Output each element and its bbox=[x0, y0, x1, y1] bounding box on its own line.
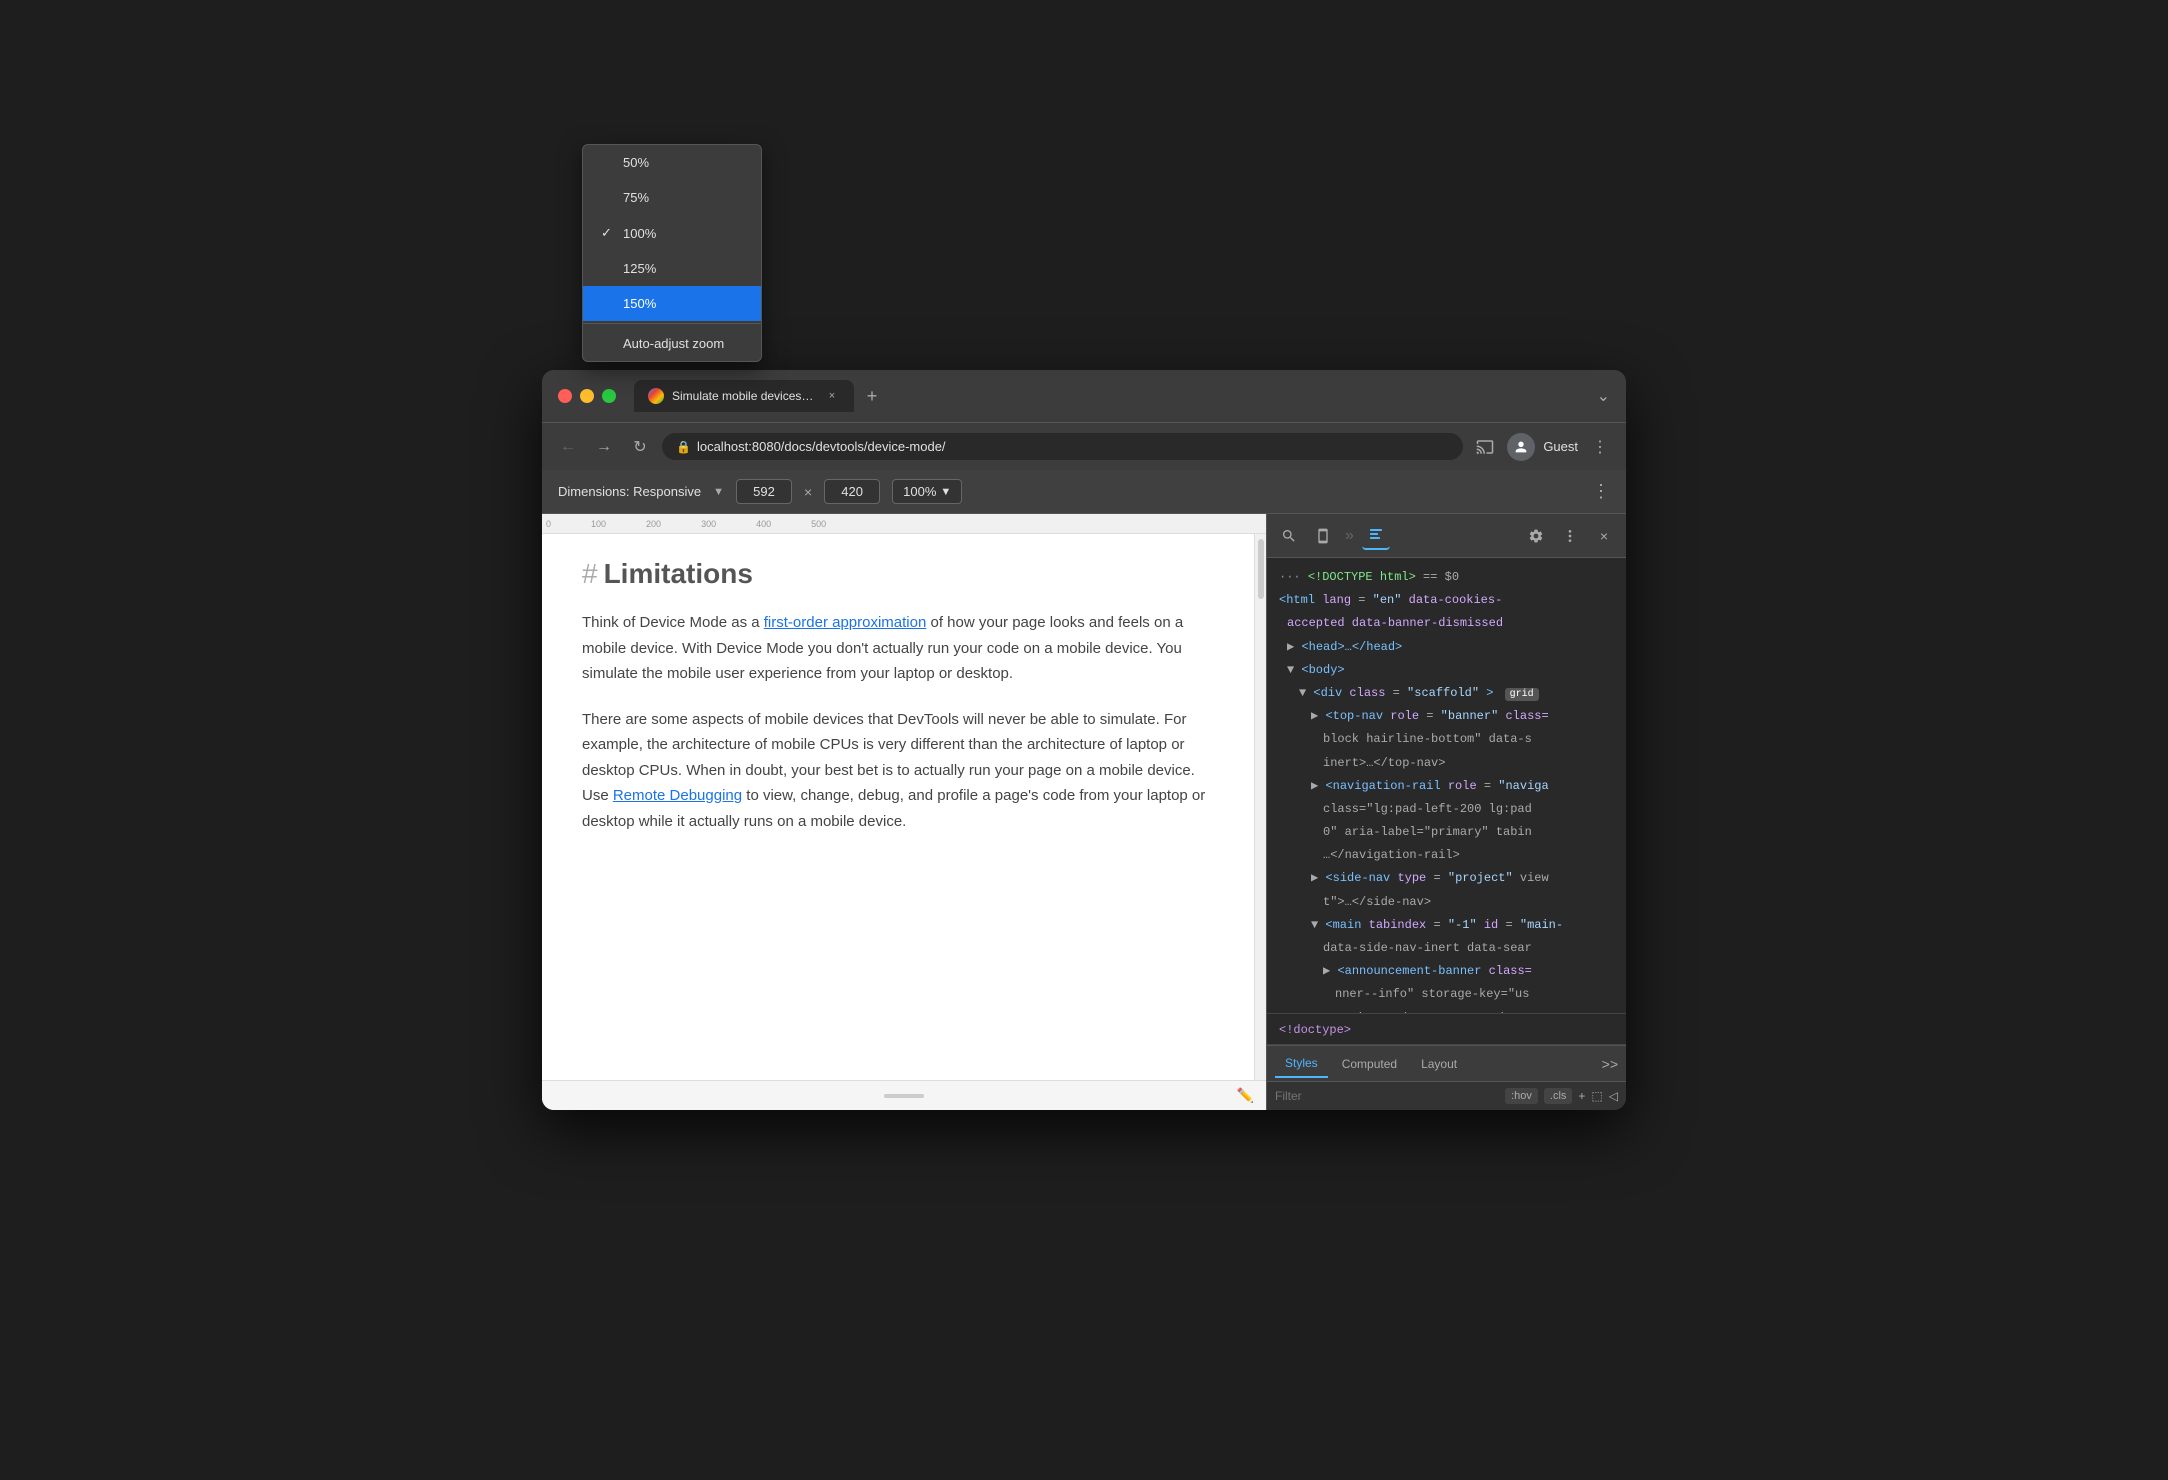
guest-label[interactable]: Guest bbox=[1543, 439, 1578, 454]
back-button[interactable]: ← bbox=[554, 433, 582, 461]
traffic-lights bbox=[558, 389, 616, 403]
heading-hash: # bbox=[582, 558, 598, 590]
dimensions-chevron[interactable]: ▼ bbox=[713, 486, 724, 498]
tree-line-nav-rail-3: 0" aria-label="primary" tabin bbox=[1271, 821, 1622, 844]
remote-debugging-link[interactable]: Remote Debugging bbox=[613, 787, 742, 804]
tree-line-doctype: ··· <!DOCTYPE html> == $0 bbox=[1271, 566, 1622, 589]
device-toolbar-more[interactable]: ⋮ bbox=[1592, 481, 1610, 502]
tree-line-html: <html lang = "en" data-cookies- bbox=[1271, 589, 1622, 612]
tree-line-top-nav-3: inert>…</top-nav> bbox=[1271, 752, 1622, 775]
tree-line-side-nav-2: t">…</side-nav> bbox=[1271, 891, 1622, 914]
devtools-toolbar: » × bbox=[1267, 514, 1626, 558]
main-area: 0 100 200 300 400 500 # Limitations Thin… bbox=[542, 514, 1626, 1110]
styles-panel: Styles Computed Layout >> :hov .cls + ⬚ … bbox=[1267, 1045, 1626, 1110]
tree-line-head: ▶ <head>…</head> bbox=[1271, 636, 1622, 659]
inspect-tool-button[interactable] bbox=[1275, 522, 1303, 550]
paragraph-2: There are some aspects of mobile devices… bbox=[582, 707, 1214, 835]
styles-filter-bar: :hov .cls + ⬚ ◁ bbox=[1267, 1082, 1626, 1110]
browser-window: Simulate mobile devices with D × + ⌄ ← →… bbox=[542, 370, 1626, 1110]
title-bar: Simulate mobile devices with D × + ⌄ bbox=[542, 370, 1626, 422]
profile-avatar[interactable] bbox=[1507, 433, 1535, 461]
filter-controls: :hov .cls + ⬚ ◁ bbox=[1505, 1088, 1618, 1104]
first-order-link[interactable]: first-order approximation bbox=[764, 614, 927, 631]
page-scrollbar[interactable] bbox=[1254, 534, 1266, 1080]
browser-more-button[interactable]: ⋮ bbox=[1586, 433, 1614, 461]
reload-button[interactable]: ↻ bbox=[626, 433, 654, 461]
tree-line-main: ▼ <main tabindex = "-1" id = "main- bbox=[1271, 914, 1622, 937]
lock-icon: 🔒 bbox=[676, 440, 691, 454]
paragraph-1: Think of Device Mode as a first-order ap… bbox=[582, 610, 1214, 687]
tree-line-html-cont: accepted data-banner-dismissed bbox=[1271, 612, 1622, 635]
page-ruler: 0 100 200 300 400 500 bbox=[542, 514, 1266, 534]
tab-bar: Simulate mobile devices with D × + bbox=[634, 380, 1587, 412]
close-traffic-light[interactable] bbox=[558, 389, 572, 403]
toolbar-separator-1: » bbox=[1345, 527, 1354, 545]
active-tab[interactable]: Simulate mobile devices with D × bbox=[634, 380, 854, 412]
device-toolbar: Dimensions: Responsive ▼ × 100% ▼ ⋮ bbox=[542, 470, 1626, 514]
devtools-panel: » × ··· <!DOCTYPE html> == $0 bbox=[1266, 514, 1626, 1110]
tree-line-main-2: data-side-nav-inert data-sear bbox=[1271, 937, 1622, 960]
url-text: localhost:8080/docs/devtools/device-mode… bbox=[697, 439, 946, 454]
cls-button[interactable]: .cls bbox=[1544, 1088, 1573, 1104]
device-emulation-button[interactable] bbox=[1309, 522, 1337, 550]
tree-line-nav-rail: ▶ <navigation-rail role = "naviga bbox=[1271, 775, 1622, 798]
width-input[interactable] bbox=[736, 479, 792, 504]
add-style-button[interactable]: + bbox=[1578, 1089, 1585, 1103]
minimize-traffic-light[interactable] bbox=[580, 389, 594, 403]
tree-line-nav-rail-2: class="lg:pad-left-200 lg:pad bbox=[1271, 798, 1622, 821]
height-input[interactable] bbox=[824, 479, 880, 504]
tree-line-side-nav: ▶ <side-nav type = "project" view bbox=[1271, 867, 1622, 890]
tree-line-top-nav: ▶ <top-nav role = "banner" class= bbox=[1271, 705, 1622, 728]
tab-layout[interactable]: Layout bbox=[1411, 1051, 1467, 1077]
ruler-marks: 0 100 200 300 400 500 bbox=[546, 519, 826, 529]
tree-line-body: ▼ <body> bbox=[1271, 659, 1622, 682]
zoom-value: 100% bbox=[903, 484, 936, 499]
tree-line-announce: ▶ <announcement-banner class= bbox=[1271, 960, 1622, 983]
devtools-more-button[interactable] bbox=[1556, 522, 1584, 550]
doctype-text: <!doctype> bbox=[1279, 1023, 1351, 1037]
tab-close-button[interactable]: × bbox=[824, 388, 840, 404]
address-right-icons: Guest ⋮ bbox=[1471, 433, 1614, 461]
forward-button[interactable]: → bbox=[590, 433, 618, 461]
cast-button[interactable] bbox=[1471, 433, 1499, 461]
drag-handle bbox=[884, 1094, 924, 1098]
styles-filter-input[interactable] bbox=[1275, 1089, 1497, 1103]
tree-line-top-nav-2: block hairline-bottom" data-s bbox=[1271, 728, 1622, 751]
tab-title: Simulate mobile devices with D bbox=[672, 389, 816, 403]
page-body: # Limitations Think of Device Mode as a … bbox=[542, 534, 1254, 1080]
maximize-traffic-light[interactable] bbox=[602, 389, 616, 403]
heading-text: Limitations bbox=[604, 558, 753, 590]
settings-button[interactable] bbox=[1522, 522, 1550, 550]
hov-button[interactable]: :hov bbox=[1505, 1088, 1538, 1104]
tab-styles[interactable]: Styles bbox=[1275, 1050, 1328, 1078]
styles-tabs: Styles Computed Layout >> bbox=[1267, 1046, 1626, 1082]
tab-favicon bbox=[648, 388, 664, 404]
tree-line-nav-rail-4: …</navigation-rail> bbox=[1271, 844, 1622, 867]
page-content: 0 100 200 300 400 500 # Limitations Thin… bbox=[542, 514, 1266, 1110]
tab-computed[interactable]: Computed bbox=[1332, 1051, 1407, 1077]
zoom-chevron-icon: ▼ bbox=[940, 486, 951, 498]
window-chevron[interactable]: ⌄ bbox=[1597, 386, 1610, 406]
doctype-line: <!doctype> bbox=[1267, 1013, 1626, 1045]
page-heading: # Limitations bbox=[582, 558, 1214, 590]
scroll-thumb[interactable] bbox=[1258, 539, 1264, 599]
tree-line-div-scaffold: ▼ <div class = "scaffold" > grid bbox=[1271, 682, 1622, 705]
elements-panel-button[interactable] bbox=[1362, 522, 1390, 550]
zoom-button[interactable]: 100% ▼ bbox=[892, 479, 962, 504]
page-edit-icon[interactable]: ✏️ bbox=[1237, 1087, 1254, 1104]
styles-tabs-more[interactable]: >> bbox=[1602, 1056, 1618, 1072]
address-input-container[interactable]: 🔒 localhost:8080/docs/devtools/device-mo… bbox=[662, 433, 1463, 460]
dimensions-label: Dimensions: Responsive bbox=[558, 484, 701, 499]
element-state-icon[interactable]: ⬚ bbox=[1591, 1089, 1602, 1103]
address-bar: ← → ↻ 🔒 localhost:8080/docs/devtools/dev… bbox=[542, 422, 1626, 470]
tree-line-announce-2: nner--info" storage-key="us bbox=[1271, 983, 1622, 1006]
grid-badge: grid bbox=[1505, 688, 1539, 701]
html-tree: ··· <!DOCTYPE html> == $0 <html lang = "… bbox=[1267, 558, 1626, 1013]
dimension-separator: × bbox=[804, 484, 812, 500]
page-bottom-bar: ✏️ bbox=[542, 1080, 1266, 1110]
color-picker-icon[interactable]: ◁ bbox=[1609, 1089, 1618, 1103]
new-tab-button[interactable]: + bbox=[858, 382, 886, 410]
devtools-close-button[interactable]: × bbox=[1590, 522, 1618, 550]
